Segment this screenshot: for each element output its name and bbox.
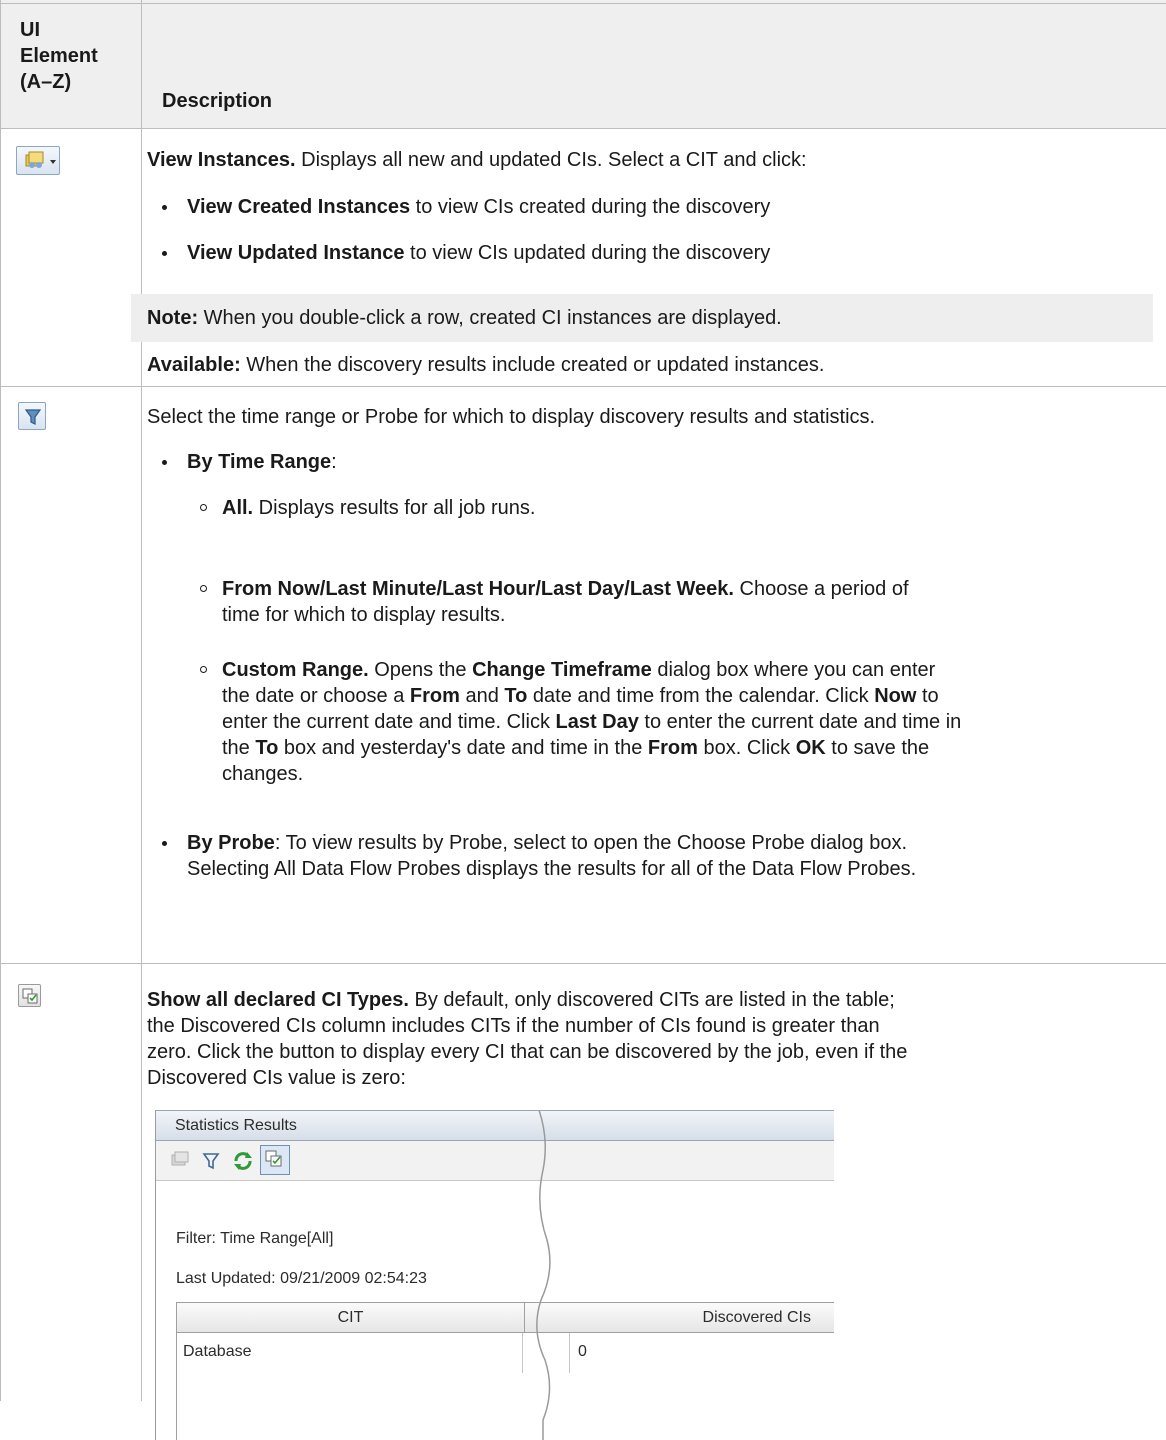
custom-range-line2: the date or choose a From and To date an… <box>222 685 939 707</box>
show-all-cit-icon <box>22 988 38 1004</box>
column-header-cit[interactable]: CIT <box>177 1303 525 1333</box>
show-all-desc-3: zero. Click the button to display every … <box>147 1041 908 1063</box>
by-probe: By Probe: To view results by Probe, sele… <box>187 832 908 854</box>
statistics-results-title: Statistics Results <box>175 1117 297 1134</box>
header-ui-element: UI Element (A–Z) <box>20 19 98 93</box>
row-divider <box>0 963 1166 964</box>
header-description: Description <box>162 90 273 112</box>
custom-range-line4: the To box and yesterday's date and time… <box>222 737 930 759</box>
refresh-icon[interactable] <box>228 1146 258 1176</box>
table-row-count: 0 <box>578 1343 587 1360</box>
row-divider <box>0 386 1166 387</box>
view-instances-disabled-icon <box>171 1151 189 1166</box>
show-all-desc-2: the Discovered CIs column includes CITs … <box>147 1015 880 1037</box>
table-border-left <box>0 0 1 1401</box>
available-text: Available: When the discovery results in… <box>147 354 825 376</box>
custom-range-line5: changes. <box>222 763 304 785</box>
filter-button[interactable] <box>18 402 46 430</box>
statistics-results-title-bar: Statistics Results <box>156 1110 834 1141</box>
show-all-desc: Show all declared CI Types. By default, … <box>147 989 895 1011</box>
view-instances-icon <box>25 151 56 168</box>
table-row-cit: Database <box>183 1343 252 1360</box>
option-custom-range: Custom Range. Opens the Change Timeframe… <box>222 659 936 681</box>
row-divider <box>0 128 1166 129</box>
table-border-top <box>0 3 1166 4</box>
last-updated-label: Last Updated: 09/21/2009 02:54:23 <box>176 1270 427 1287</box>
ui-element-table: UI Element (A–Z) Description View Instan… <box>0 0 1166 1440</box>
by-time-range: By Time Range: <box>187 451 337 473</box>
custom-range-line3: enter the current date and time. Click L… <box>222 711 962 733</box>
time-range-desc: Select the time range or Probe for which… <box>147 406 876 428</box>
bullet <box>162 205 167 210</box>
show-all-desc-4: Discovered CIs value is zero: <box>147 1067 406 1089</box>
column-divider <box>141 0 142 1401</box>
bullet <box>162 841 167 846</box>
sub-bullet <box>200 504 207 511</box>
note-text: Note: When you double-click a row, creat… <box>147 307 782 329</box>
torn-edge-icon <box>536 1110 551 1440</box>
statistics-toolbar <box>156 1141 834 1181</box>
show-all-cit-button-pressed[interactable] <box>260 1145 290 1175</box>
cell-divider <box>569 1333 570 1373</box>
sub-bullet <box>200 585 207 592</box>
filter-icon <box>24 409 42 425</box>
view-instances-button[interactable] <box>16 146 60 175</box>
bullet-view-updated: View Updated Instance to view CIs update… <box>187 242 771 264</box>
statistics-table: CIT Discovered CIs Database 0 <box>176 1302 834 1440</box>
by-probe-cont: Selecting All Data Flow Probes displays … <box>187 858 917 880</box>
option-from-now-cont: time for which to display results. <box>222 604 506 626</box>
bullet-view-created: View Created Instances to view CIs creat… <box>187 196 771 218</box>
view-instances-desc: View Instances. Displays all new and upd… <box>147 149 807 171</box>
filter-label: Filter: Time Range[All] <box>176 1230 334 1247</box>
bullet <box>162 251 167 256</box>
option-from-now: From Now/Last Minute/Last Hour/Last Day/… <box>222 578 909 600</box>
sub-bullet <box>200 666 207 673</box>
bullet <box>162 460 167 465</box>
column-header-discovered-cis[interactable]: Discovered CIs <box>525 1303 834 1333</box>
show-all-cit-icon <box>265 1150 282 1167</box>
option-all: All. Displays results for all job runs. <box>222 497 536 519</box>
statistics-results-screenshot: Statistics Results Filter: Time Range[Al… <box>155 1110 834 1440</box>
filter-icon[interactable] <box>199 1147 225 1175</box>
show-all-cit-button[interactable] <box>18 984 41 1007</box>
